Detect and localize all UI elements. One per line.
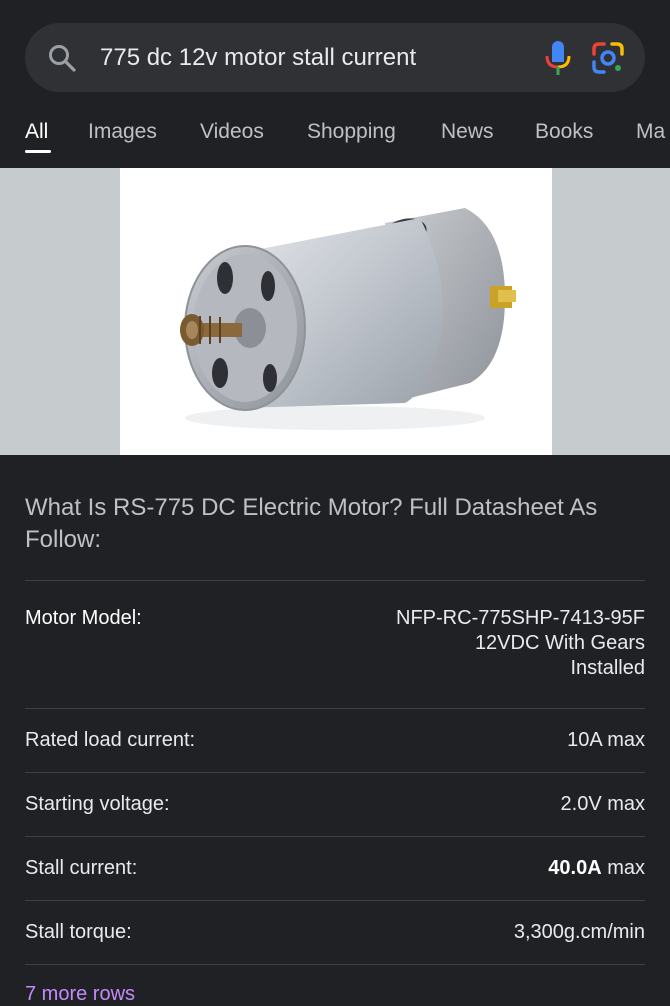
stall-current-highlight: 40.0A (548, 857, 602, 879)
table-row-label: Starting voltage: (25, 793, 170, 815)
stall-current-suffix: max (601, 857, 645, 879)
table-row-label: Stall current: (25, 857, 138, 879)
more-rows-link[interactable]: 7 more rows (25, 983, 135, 1006)
search-input[interactable]: 775 dc 12v motor stall current (100, 23, 416, 92)
tab-books[interactable]: Books (535, 120, 593, 144)
tab-news[interactable]: News (441, 120, 494, 144)
search-bar[interactable]: 775 dc 12v motor stall current (25, 23, 645, 92)
motor-model-line: 12VDC With Gears (474, 632, 645, 654)
divider (25, 708, 645, 709)
tab-shopping[interactable]: Shopping (307, 120, 396, 144)
divider (25, 964, 645, 965)
table-row-value: 10A max (567, 729, 645, 751)
result-image-band[interactable] (0, 168, 670, 455)
search-icon[interactable] (47, 43, 77, 73)
search-tabs: All Images Videos Shopping News Books Ma (0, 110, 670, 166)
table-row-label: Stall torque: (25, 921, 132, 943)
divider (25, 900, 645, 901)
tab-all[interactable]: All (25, 120, 48, 144)
motor-illustration (180, 208, 516, 430)
tab-maps[interactable]: Ma (636, 120, 665, 144)
active-tab-indicator (25, 150, 51, 153)
table-row-value: 2.0V max (560, 793, 645, 815)
divider (25, 836, 645, 837)
divider (25, 580, 645, 581)
stall-current-value: 40.0A max (548, 857, 645, 880)
google-lens-icon[interactable] (591, 41, 625, 75)
table-row-value: 3,300g.cm/min (513, 921, 645, 943)
tab-images[interactable]: Images (88, 120, 157, 144)
motor-model-label: Motor Model: (25, 607, 142, 629)
result-title[interactable]: What Is RS-775 DC Electric Motor? Full D… (25, 492, 645, 556)
motor-model-line: Installed (570, 657, 646, 679)
divider (25, 772, 645, 773)
motor-model-value: NFP-RC-775SHP-7413-95F 12VDC With Gears … (345, 606, 645, 681)
result-image[interactable] (120, 168, 552, 455)
table-row-label: Rated load current: (25, 729, 196, 751)
motor-model-line: NFP-RC-775SHP-7413-95F (396, 607, 645, 629)
tab-videos[interactable]: Videos (200, 120, 264, 144)
microphone-icon[interactable] (543, 40, 573, 76)
